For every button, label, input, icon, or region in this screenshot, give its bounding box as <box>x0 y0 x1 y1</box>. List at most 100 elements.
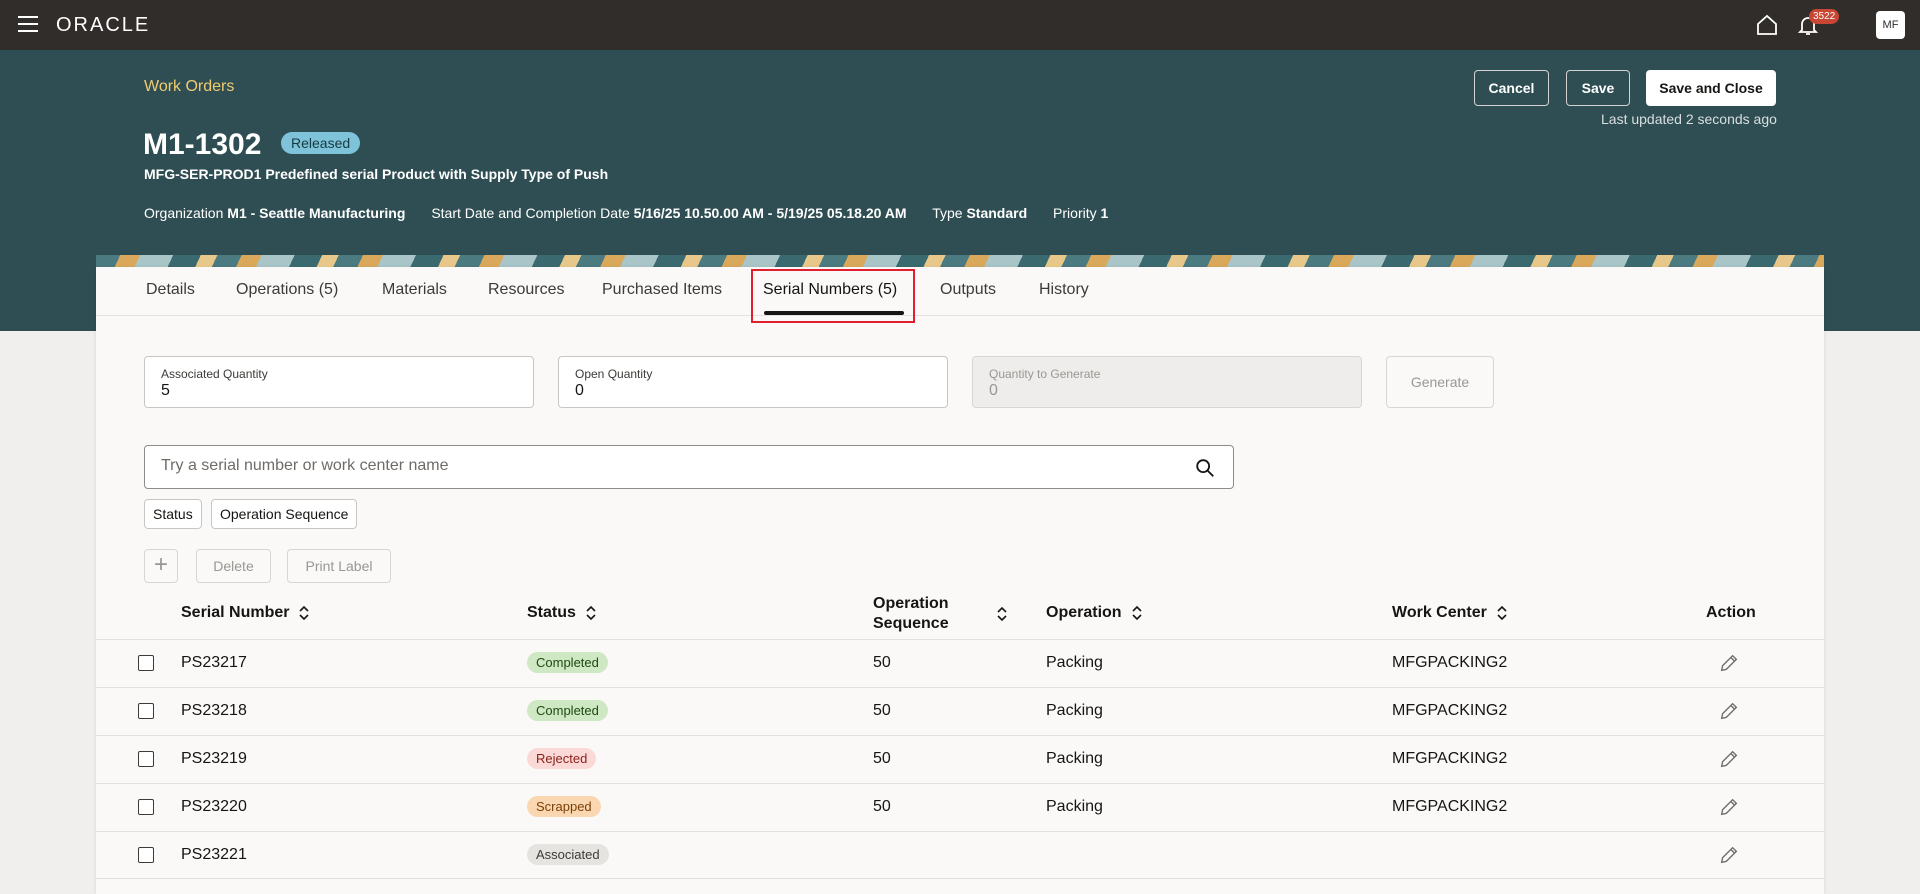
edit-pencil-icon[interactable] <box>1718 748 1740 770</box>
operation-sequence-cell: 50 <box>873 654 891 671</box>
serial-number-cell: PS23218 <box>181 702 247 719</box>
associated-quantity-field: Associated Quantity 5 <box>144 356 534 408</box>
dates-label: Start Date and Completion Date <box>431 205 630 221</box>
sort-icon[interactable] <box>1497 605 1507 621</box>
home-icon[interactable] <box>1755 13 1779 37</box>
open-quantity-value: 0 <box>575 382 584 399</box>
filter-status-chip[interactable]: Status <box>144 499 202 529</box>
work-center-cell: MFGPACKING2 <box>1392 798 1508 815</box>
operation-sequence-cell: 50 <box>873 750 891 767</box>
edit-pencil-icon[interactable] <box>1718 844 1740 866</box>
serial-number-cell: PS23219 <box>181 750 247 767</box>
decorative-pattern <box>96 255 1824 267</box>
quantity-to-generate-field[interactable]: Quantity to Generate 0 <box>972 356 1362 408</box>
user-avatar[interactable]: MF <box>1876 11 1905 39</box>
quantity-to-generate-label: Quantity to Generate <box>989 367 1101 381</box>
col-header-operation-sequence[interactable]: Operation Sequence <box>873 594 949 634</box>
search-input[interactable] <box>161 457 1161 475</box>
status-badge: Released <box>281 132 361 154</box>
serial-search-box <box>144 445 1234 489</box>
sort-icon[interactable] <box>997 606 1007 622</box>
tab-materials[interactable]: Materials <box>382 281 447 299</box>
col-header-serial-label: Serial Number <box>181 604 290 621</box>
col-header-action: Action <box>1706 604 1756 621</box>
type-label: Type <box>932 205 963 221</box>
col-header-status[interactable]: Status <box>527 604 596 622</box>
sort-icon[interactable] <box>586 605 596 621</box>
work-center-cell: MFGPACKING2 <box>1392 750 1508 767</box>
item-description: MFG-SER-PROD1 Predefined serial Product … <box>144 166 609 182</box>
print-label-button[interactable]: Print Label <box>287 549 391 583</box>
row-checkbox[interactable] <box>138 703 154 719</box>
tab-outputs[interactable]: Outputs <box>940 281 996 299</box>
dates-value: 5/16/25 10.50.00 AM - 5/19/25 05.18.20 A… <box>633 205 907 221</box>
row-checkbox[interactable] <box>138 751 154 767</box>
operation-cell: Packing <box>1046 654 1103 671</box>
tab-details[interactable]: Details <box>146 281 195 299</box>
org-value: M1 - Seattle Manufacturing <box>227 205 406 221</box>
associated-quantity-label: Associated Quantity <box>161 367 268 381</box>
table-row[interactable]: PS23219 Rejected 50 Packing MFGPACKING2 <box>96 735 1824 783</box>
col-header-work-center[interactable]: Work Center <box>1392 604 1507 622</box>
table-row[interactable]: PS23220 Scrapped 50 Packing MFGPACKING2 <box>96 783 1824 831</box>
add-button[interactable]: + <box>144 549 178 583</box>
operation-cell: Packing <box>1046 750 1103 767</box>
status-badge: Completed <box>527 700 608 721</box>
breadcrumb-work-orders[interactable]: Work Orders <box>144 78 234 96</box>
generate-button[interactable]: Generate <box>1386 356 1494 408</box>
filter-operation-sequence-chip[interactable]: Operation Sequence <box>211 499 358 529</box>
page-title: M1-1302 <box>143 128 262 161</box>
tab-bar: Details Operations (5) Materials Resourc… <box>96 267 1824 323</box>
col-header-operation[interactable]: Operation <box>1046 604 1142 622</box>
col-header-opseq-line2: Sequence <box>873 615 949 632</box>
status-badge: Associated <box>527 844 609 865</box>
serial-number-cell: PS23221 <box>181 846 247 863</box>
serial-number-cell: PS23220 <box>181 798 247 815</box>
status-badge: Scrapped <box>527 796 601 817</box>
menu-icon[interactable] <box>18 16 38 34</box>
row-checkbox[interactable] <box>138 799 154 815</box>
content-card: Details Operations (5) Materials Resourc… <box>96 267 1824 894</box>
tab-purchased-items[interactable]: Purchased Items <box>602 281 722 299</box>
edit-pencil-icon[interactable] <box>1718 652 1740 674</box>
open-quantity-label: Open Quantity <box>575 367 653 381</box>
col-header-operation-label: Operation <box>1046 604 1122 621</box>
save-and-close-button[interactable]: Save and Close <box>1646 70 1776 106</box>
serial-number-cell: PS23217 <box>181 654 247 671</box>
notification-count-badge: 3522 <box>1809 9 1840 24</box>
sort-icon[interactable] <box>1131 605 1142 621</box>
save-button[interactable]: Save <box>1566 70 1630 106</box>
global-header: ORACLE 3522 MF <box>0 0 1920 50</box>
tab-resources[interactable]: Resources <box>488 281 564 299</box>
oracle-logo: ORACLE <box>56 14 151 36</box>
operation-sequence-cell: 50 <box>873 798 891 815</box>
col-header-serial-number[interactable]: Serial Number <box>181 604 310 622</box>
tab-history[interactable]: History <box>1039 281 1089 299</box>
open-quantity-field: Open Quantity 0 <box>558 356 948 408</box>
sort-icon[interactable] <box>299 605 310 621</box>
table-row[interactable]: PS23218 Completed 50 Packing MFGPACKING2 <box>96 687 1824 735</box>
work-center-cell: MFGPACKING2 <box>1392 702 1508 719</box>
delete-button[interactable]: Delete <box>196 549 271 583</box>
edit-pencil-icon[interactable] <box>1718 700 1740 722</box>
quantity-to-generate-value: 0 <box>989 382 998 399</box>
col-header-work-center-label: Work Center <box>1392 604 1487 621</box>
edit-pencil-icon[interactable] <box>1718 796 1740 818</box>
work-center-cell: MFGPACKING2 <box>1392 654 1508 671</box>
row-checkbox[interactable] <box>138 847 154 863</box>
table-row[interactable]: PS23221 Associated <box>96 831 1824 879</box>
priority-value: 1 <box>1100 205 1109 221</box>
search-icon[interactable] <box>1194 457 1216 479</box>
row-checkbox[interactable] <box>138 655 154 671</box>
type-value: Standard <box>966 205 1028 221</box>
col-header-status-label: Status <box>527 604 576 621</box>
operation-cell: Packing <box>1046 702 1103 719</box>
priority-label: Priority <box>1053 205 1097 221</box>
status-badge: Completed <box>527 652 608 673</box>
tab-operations[interactable]: Operations (5) <box>236 281 338 299</box>
tab-highlight-box <box>751 269 915 323</box>
cancel-button[interactable]: Cancel <box>1474 70 1549 106</box>
associated-quantity-value: 5 <box>161 382 170 399</box>
last-updated-text: Last updated 2 seconds ago <box>1601 111 1777 127</box>
table-row[interactable]: PS23217 Completed 50 Packing MFGPACKING2 <box>96 639 1824 687</box>
